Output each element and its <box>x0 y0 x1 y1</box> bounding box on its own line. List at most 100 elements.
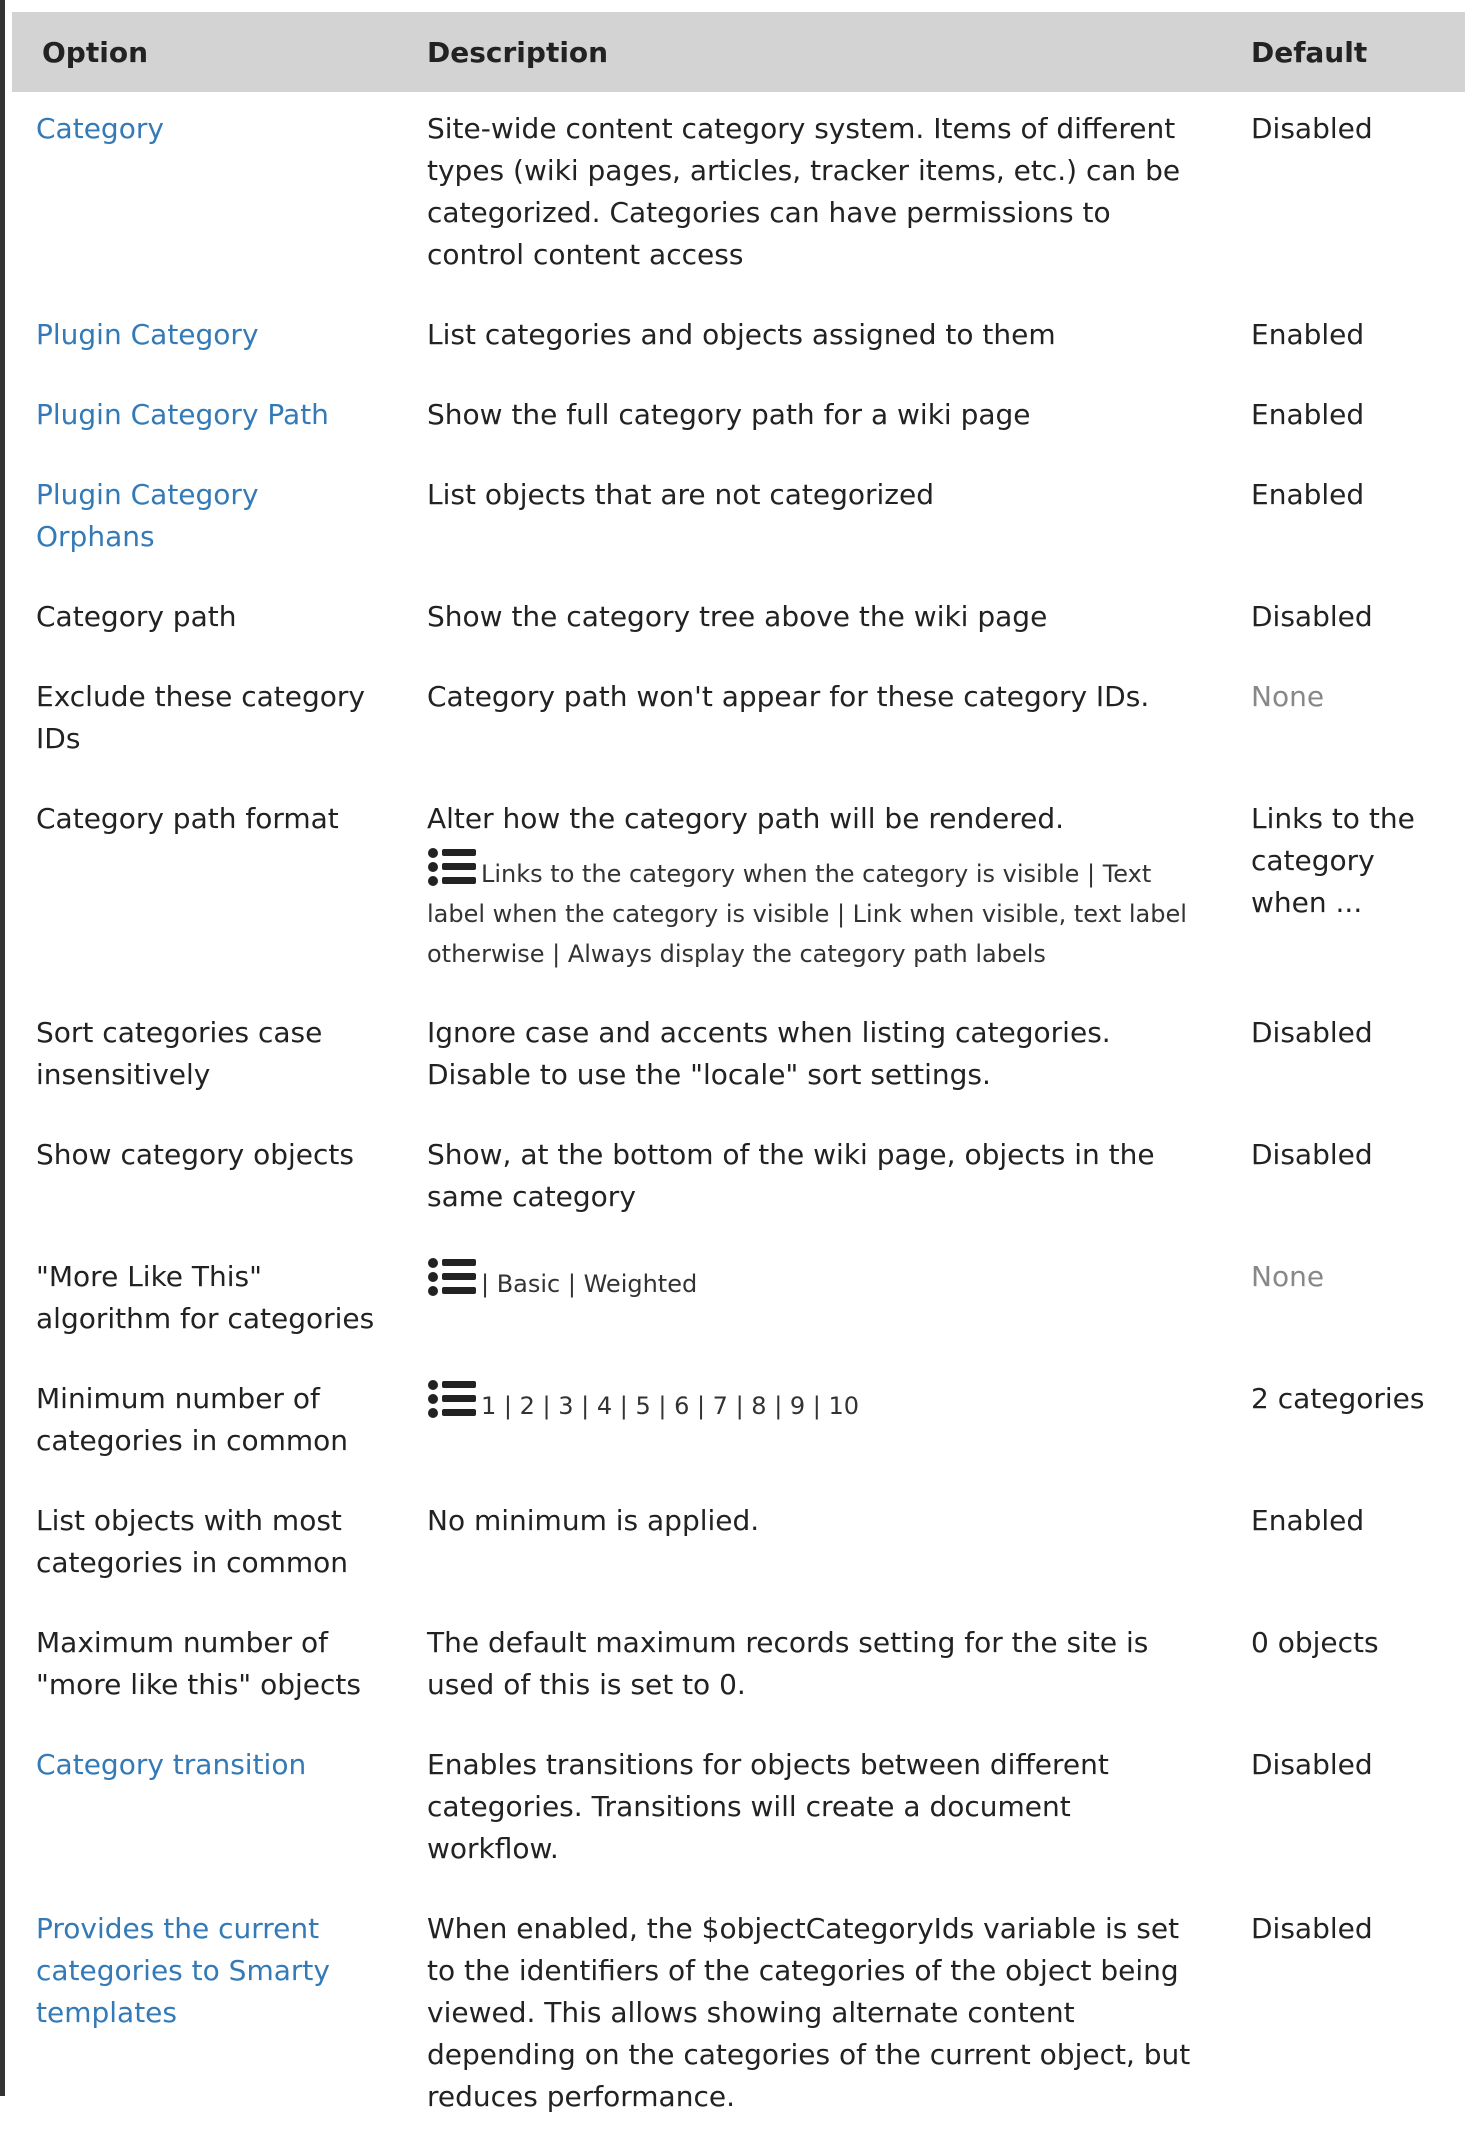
description-text: List objects that are not categorized <box>427 478 934 511</box>
left-border-rule <box>0 0 5 2096</box>
table-row: "More Like This" algorithm for categorie… <box>12 1240 1465 1362</box>
option-cell: Show category objects <box>12 1118 407 1240</box>
description-text: The default maximum records setting for … <box>427 1626 1149 1701</box>
description-text: Category path won't appear for these cat… <box>427 680 1150 713</box>
default-cell: Disabled <box>1221 996 1465 1118</box>
default-value: Enabled <box>1251 478 1365 511</box>
default-cell: 2 categories <box>1221 1362 1465 1484</box>
option-label: Category path format <box>36 802 339 835</box>
default-value: Links to the category when ... <box>1251 802 1415 919</box>
option-cell: Category <box>12 92 407 298</box>
table-row: Provides the current categories to Smart… <box>12 1892 1465 2140</box>
list-icon <box>427 1378 477 1420</box>
option-cell: "More Like This" algorithm for categorie… <box>12 1240 407 1362</box>
default-cell: Disabled <box>1221 580 1465 660</box>
default-cell: Disabled <box>1221 1892 1465 2140</box>
option-cell: Exclude these category IDs <box>12 660 407 782</box>
default-value: Enabled <box>1251 1504 1365 1537</box>
option-cell: Plugin Category Orphans <box>12 458 407 580</box>
default-cell: 0 objects <box>1221 1606 1465 1728</box>
top-spacer <box>5 0 1465 12</box>
table-row: Category transition Enables transitions f… <box>12 1728 1465 1892</box>
option-label: Maximum number of "more like this" objec… <box>36 1626 361 1701</box>
description-text: List categories and objects assigned to … <box>427 318 1056 351</box>
table-row: Exclude these category IDs Category path … <box>12 660 1465 782</box>
default-cell: Enabled <box>1221 378 1465 458</box>
option-link[interactable]: Plugin Category Orphans <box>36 478 259 553</box>
option-label: Minimum number of categories in common <box>36 1382 349 1457</box>
option-label: List objects with most categories in com… <box>36 1504 349 1579</box>
description-cell: Site-wide content category system. Items… <box>407 92 1221 298</box>
choices-text: | Basic | Weighted <box>481 1270 698 1298</box>
default-cell: None <box>1221 660 1465 782</box>
option-label: Category path <box>36 600 237 633</box>
description-cell: 1 | 2 | 3 | 4 | 5 | 6 | 7 | 8 | 9 | 10 <box>407 1362 1221 1484</box>
default-cell: Links to the category when ... <box>1221 782 1465 996</box>
default-value: Disabled <box>1251 112 1373 145</box>
default-cell: Enabled <box>1221 458 1465 580</box>
option-label: Show category objects <box>36 1138 354 1171</box>
option-link[interactable]: Category transition <box>36 1748 306 1781</box>
description-text: Show, at the bottom of the wiki page, ob… <box>427 1138 1155 1213</box>
table-row: Maximum number of "more like this" objec… <box>12 1606 1465 1728</box>
option-cell: Sort categories case insensitively <box>12 996 407 1118</box>
table-row: Plugin Category List categories and objec… <box>12 298 1465 378</box>
table-body: Category Site-wide content category syste… <box>12 92 1465 2140</box>
default-value: Disabled <box>1251 1138 1373 1171</box>
option-cell: Provides the current categories to Smart… <box>12 1892 407 2140</box>
option-cell: Plugin Category <box>12 298 407 378</box>
default-cell: Disabled <box>1221 92 1465 298</box>
description-cell: The default maximum records setting for … <box>407 1606 1221 1728</box>
description-text: When enabled, the $objectCategoryIds var… <box>427 1912 1191 2113</box>
description-cell: List categories and objects assigned to … <box>407 298 1221 378</box>
option-link[interactable]: Plugin Category <box>36 318 259 351</box>
default-cell: Enabled <box>1221 298 1465 378</box>
description-cell: When enabled, the $objectCategoryIds var… <box>407 1892 1221 2140</box>
option-cell: Category path <box>12 580 407 660</box>
option-label: "More Like This" algorithm for categorie… <box>36 1260 375 1335</box>
table-row: Plugin Category Orphans List objects that… <box>12 458 1465 580</box>
table-row: Category Site-wide content category syste… <box>12 92 1465 298</box>
description-cell: No minimum is applied. <box>407 1484 1221 1606</box>
description-cell: Show the full category path for a wiki p… <box>407 378 1221 458</box>
header-row: Option Description Default <box>12 12 1465 92</box>
header-default: Default <box>1251 35 1368 69</box>
description-text: Show the full category path for a wiki p… <box>427 398 1031 431</box>
choices-text: 1 | 2 | 3 | 4 | 5 | 6 | 7 | 8 | 9 | 10 <box>481 1392 860 1420</box>
default-value: None <box>1251 1260 1325 1293</box>
choices-list: 1 | 2 | 3 | 4 | 5 | 6 | 7 | 8 | 9 | 10 <box>427 1378 1191 1426</box>
description-cell: | Basic | Weighted <box>407 1240 1221 1362</box>
description-text: Show the category tree above the wiki pa… <box>427 600 1048 633</box>
default-value: None <box>1251 680 1325 713</box>
table-row: Plugin Category Path Show the full catego… <box>12 378 1465 458</box>
option-cell: Plugin Category Path <box>12 378 407 458</box>
list-icon <box>427 846 477 888</box>
header-description: Description <box>427 35 609 69</box>
option-link[interactable]: Plugin Category Path <box>36 398 329 431</box>
description-cell: Show, at the bottom of the wiki page, ob… <box>407 1118 1221 1240</box>
options-table: Option Description Default Category Site-… <box>12 12 1465 2140</box>
choices-text: Links to the category when the category … <box>427 860 1187 968</box>
option-link[interactable]: Provides the current categories to Smart… <box>36 1912 330 2029</box>
option-label: Exclude these category IDs <box>36 680 365 755</box>
default-cell: Enabled <box>1221 1484 1465 1606</box>
default-value: Disabled <box>1251 1016 1373 1049</box>
default-value: Disabled <box>1251 1912 1373 1945</box>
default-cell: Disabled <box>1221 1728 1465 1892</box>
description-text: Site-wide content category system. Items… <box>427 112 1181 271</box>
table-row: List objects with most categories in com… <box>12 1484 1465 1606</box>
description-cell: List objects that are not categorized <box>407 458 1221 580</box>
table-row: Minimum number of categories in common 1 … <box>12 1362 1465 1484</box>
description-text: No minimum is applied. <box>427 1504 760 1537</box>
description-cell: Alter how the category path will be rend… <box>407 782 1221 996</box>
option-cell: Maximum number of "more like this" objec… <box>12 1606 407 1728</box>
table-row: Category path format Alter how the catego… <box>12 782 1465 996</box>
default-value: 2 categories <box>1251 1382 1425 1415</box>
header-option: Option <box>42 35 148 69</box>
table-row: Show category objects Show, at the bottom… <box>12 1118 1465 1240</box>
description-text: Enables transitions for objects between … <box>427 1748 1109 1865</box>
table-header: Option Description Default <box>12 12 1465 92</box>
default-value: Disabled <box>1251 1748 1373 1781</box>
table-row: Sort categories case insensitively Ignore… <box>12 996 1465 1118</box>
option-link[interactable]: Category <box>36 112 164 145</box>
